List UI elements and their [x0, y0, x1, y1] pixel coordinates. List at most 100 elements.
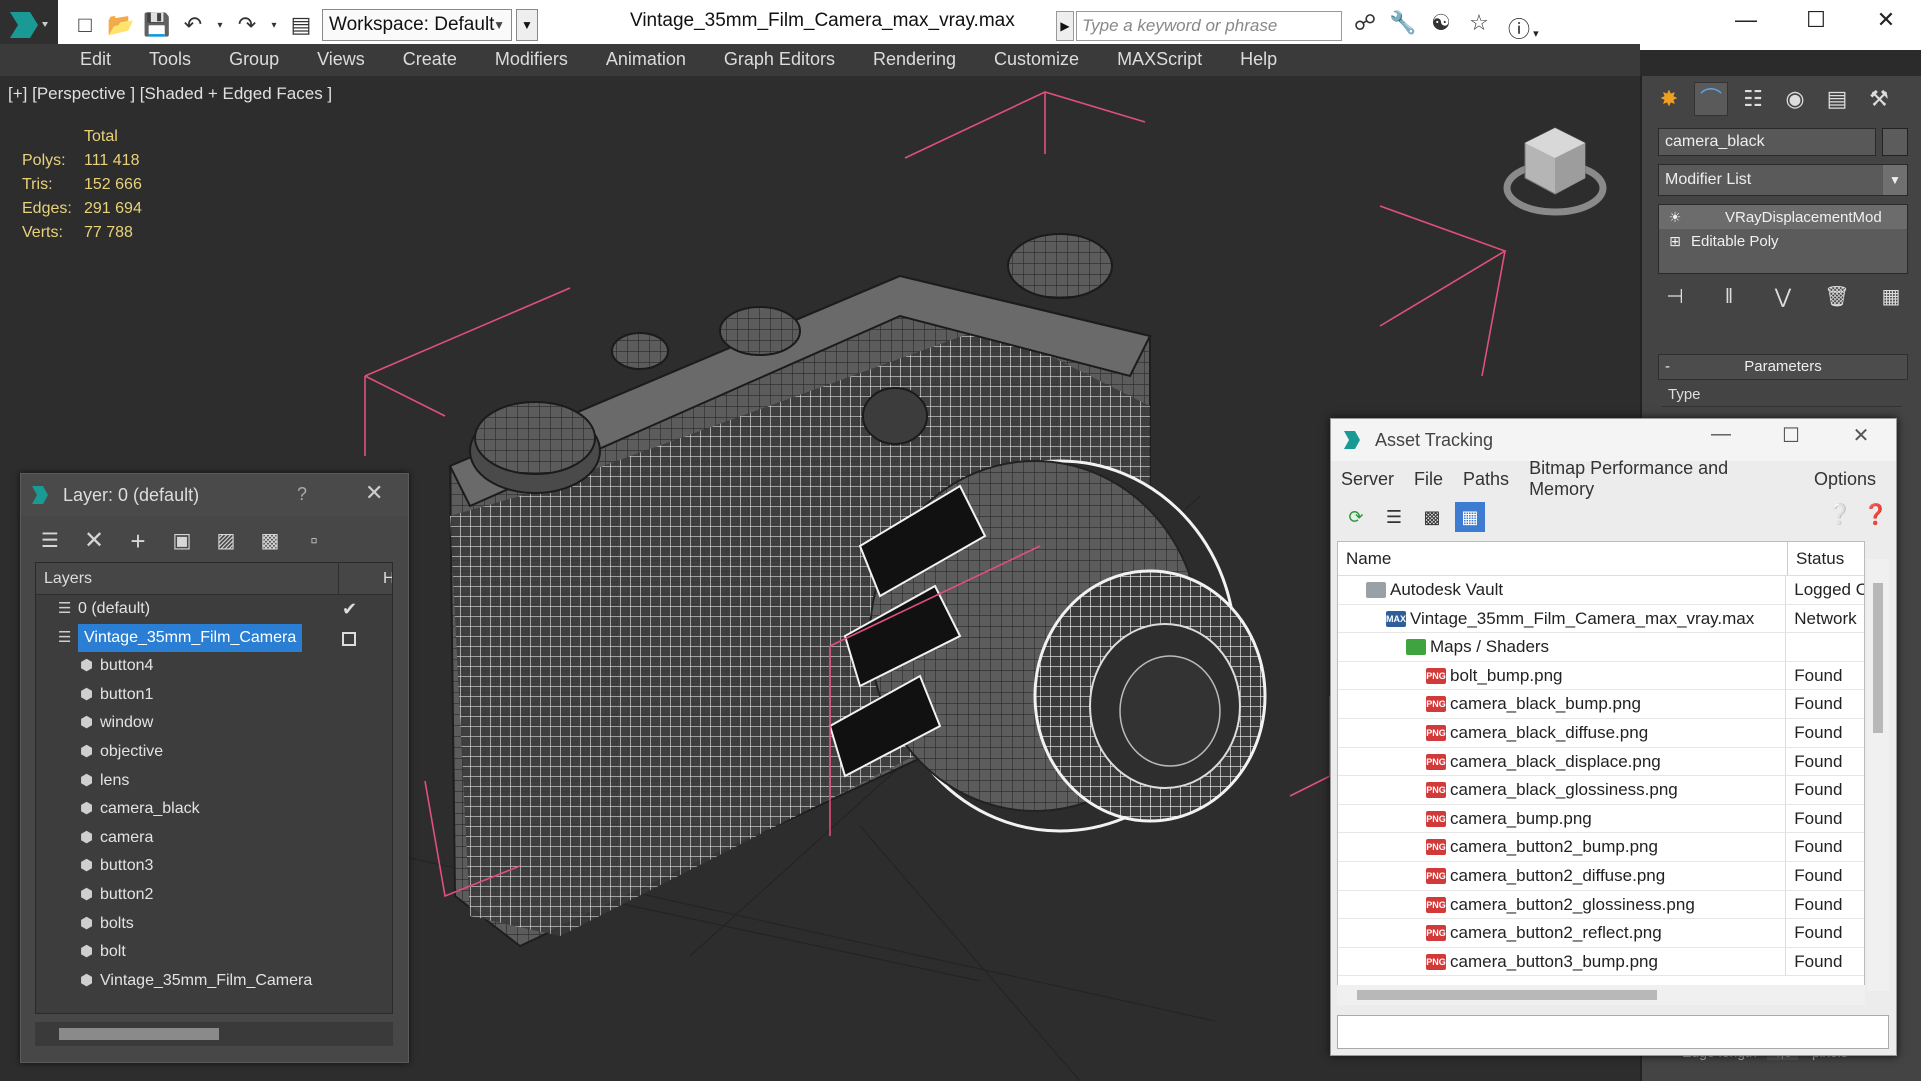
- undo-dropdown-icon[interactable]: ▾: [214, 10, 226, 40]
- layer-settings-icon[interactable]: ☰: [35, 526, 65, 556]
- menu-modifiers[interactable]: Modifiers: [495, 49, 568, 70]
- layer-object-row[interactable]: ⬢ objective: [36, 738, 392, 767]
- refresh-icon[interactable]: ⟳: [1341, 502, 1371, 532]
- scrollbar-thumb[interactable]: [1873, 583, 1883, 733]
- display-tab-icon[interactable]: ▤: [1820, 82, 1854, 116]
- maximize-button[interactable]: ☐: [1781, 0, 1851, 40]
- context-help-icon[interactable]: ❓: [1863, 502, 1888, 527]
- menu-animation[interactable]: Animation: [606, 49, 686, 70]
- show-end-result-icon[interactable]: ‖: [1712, 282, 1746, 312]
- col-hide[interactable]: H: [338, 563, 392, 595]
- workspace-menu-button[interactable]: ▼: [516, 9, 538, 41]
- menu-views[interactable]: Views: [317, 49, 365, 70]
- favorites-star-icon[interactable]: ☆: [1464, 10, 1494, 40]
- close-icon[interactable]: ✕: [365, 480, 383, 506]
- binoculars-icon[interactable]: ☍: [1350, 10, 1380, 40]
- asset-row[interactable]: PNG camera_black_displace.png Found: [1338, 747, 1864, 777]
- layer-row[interactable]: ☰ Vintage_35mm_Film_Camera: [36, 623, 392, 653]
- close-button[interactable]: ✕: [1851, 0, 1921, 40]
- asset-row[interactable]: PNG camera_button3_bump.png Found: [1338, 947, 1864, 977]
- scrollbar-thumb[interactable]: [59, 1028, 219, 1040]
- list-view-icon[interactable]: ☰: [1379, 502, 1409, 532]
- layer-horizontal-scrollbar[interactable]: [35, 1022, 393, 1046]
- open-folder-icon[interactable]: 📂: [106, 10, 136, 40]
- help-button[interactable]: ⓘ ▾: [1508, 12, 1552, 42]
- layer-object-row[interactable]: ⬢ bolt: [36, 938, 392, 967]
- make-unique-icon[interactable]: ⋁: [1766, 282, 1800, 312]
- stack-item-vraydisplacement[interactable]: ☀ VRayDisplacementMod: [1659, 205, 1907, 229]
- parameters-rollout-header[interactable]: - Parameters: [1658, 354, 1908, 380]
- layer-dialog-titlebar[interactable]: Layer: 0 (default) ? ✕: [21, 474, 408, 516]
- col-layers[interactable]: Layers: [44, 570, 92, 587]
- asset-dialog-titlebar[interactable]: Asset Tracking — ☐ ✕: [1331, 419, 1896, 461]
- search-input[interactable]: Type a keyword or phrase: [1076, 11, 1342, 41]
- project-folder-icon[interactable]: ▤: [286, 10, 316, 40]
- menu-group[interactable]: Group: [229, 49, 279, 70]
- layer-object-row[interactable]: ⬢ button4: [36, 652, 392, 681]
- menu-maxscript[interactable]: MAXScript: [1117, 49, 1202, 70]
- minimize-button[interactable]: —: [1686, 423, 1756, 448]
- layer-object-row[interactable]: ⬢ window: [36, 709, 392, 738]
- save-icon[interactable]: 💾: [142, 10, 172, 40]
- layer-row[interactable]: ☰ 0 (default) ✔: [36, 595, 392, 624]
- layer-object-row[interactable]: ⬢ lens: [36, 767, 392, 796]
- asset-row[interactable]: PNG camera_button2_glossiness.png Found: [1338, 890, 1864, 920]
- help-icon[interactable]: ?: [297, 484, 307, 505]
- configure-modifier-sets-icon[interactable]: ▦: [1874, 282, 1908, 312]
- menu-edit[interactable]: Edit: [80, 49, 111, 70]
- app-logo-icon[interactable]: [0, 0, 58, 50]
- table-view-icon[interactable]: ▦: [1455, 502, 1485, 532]
- menu-rendering[interactable]: Rendering: [873, 49, 956, 70]
- current-layer-check-icon[interactable]: ✔: [342, 595, 357, 623]
- set-current-checkbox[interactable]: [342, 631, 356, 646]
- delete-layer-icon[interactable]: ✕: [79, 526, 109, 556]
- hide-freeze-layer-icon[interactable]: ▫: [299, 526, 329, 556]
- highlight-layer-icon[interactable]: ▩: [255, 526, 285, 556]
- asset-row[interactable]: PNG bolt_bump.png Found: [1338, 661, 1864, 691]
- asset-row[interactable]: PNG camera_black_bump.png Found: [1338, 690, 1864, 719]
- asset-menu-file[interactable]: File: [1414, 469, 1443, 490]
- scrollbar-thumb[interactable]: [1357, 990, 1657, 1000]
- remove-modifier-icon[interactable]: 🗑: [1820, 282, 1854, 312]
- modifier-list-dropdown[interactable]: Modifier List ▼: [1658, 164, 1908, 196]
- asset-row[interactable]: PNG camera_button2_diffuse.png Found: [1338, 861, 1864, 891]
- menu-tools[interactable]: Tools: [149, 49, 191, 70]
- select-layer-icon[interactable]: ▨: [211, 526, 241, 556]
- asset-row[interactable]: PNG camera_black_glossiness.png Found: [1338, 776, 1864, 805]
- asset-path-field[interactable]: [1337, 1015, 1889, 1049]
- menu-help[interactable]: Help: [1240, 49, 1277, 70]
- layer-object-row[interactable]: ⬢ camera_black: [36, 795, 392, 824]
- asset-row[interactable]: MAX Vintage_35mm_Film_Camera_max_vray.max…: [1338, 604, 1864, 634]
- pin-stack-icon[interactable]: ⊣: [1658, 282, 1692, 312]
- help-icon[interactable]: ❔: [1827, 502, 1852, 527]
- lightbulb-icon[interactable]: ☀: [1659, 209, 1691, 226]
- layer-object-row[interactable]: ⬢ button1: [36, 681, 392, 710]
- asset-menu-server[interactable]: Server: [1341, 469, 1394, 490]
- utilities-tab-icon[interactable]: ⚒: [1862, 82, 1896, 116]
- maximize-button[interactable]: ☐: [1756, 423, 1826, 448]
- asset-horizontal-scrollbar[interactable]: [1337, 985, 1865, 1005]
- asset-row[interactable]: Autodesk Vault Logged Out: [1338, 576, 1864, 605]
- layer-object-row[interactable]: ⬢ Vintage_35mm_Film_Camera: [36, 967, 392, 996]
- asset-menu-paths[interactable]: Paths: [1463, 469, 1509, 490]
- menu-create[interactable]: Create: [403, 49, 457, 70]
- redo-dropdown-icon[interactable]: ▾: [268, 10, 280, 40]
- object-color-swatch[interactable]: [1882, 128, 1908, 156]
- asset-vertical-scrollbar[interactable]: [1867, 559, 1889, 991]
- asset-row[interactable]: PNG camera_bump.png Found: [1338, 804, 1864, 834]
- asset-row[interactable]: PNG camera_button2_bump.png Found: [1338, 833, 1864, 862]
- stack-item-editable-poly[interactable]: ⊞ Editable Poly: [1659, 229, 1907, 253]
- tools-icon[interactable]: 🔧: [1388, 10, 1418, 40]
- minimize-button[interactable]: —: [1711, 0, 1781, 40]
- new-file-icon[interactable]: □: [70, 10, 100, 40]
- undo-icon[interactable]: ↶: [178, 10, 208, 40]
- hierarchy-tab-icon[interactable]: ☷: [1736, 82, 1770, 116]
- asset-row[interactable]: PNG camera_button2_reflect.png Found: [1338, 919, 1864, 948]
- menu-customize[interactable]: Customize: [994, 49, 1079, 70]
- layer-object-row[interactable]: ⬢ bolts: [36, 910, 392, 939]
- create-tab-icon[interactable]: ✸: [1652, 82, 1686, 116]
- asset-row[interactable]: Maps / Shaders: [1338, 633, 1864, 662]
- add-layer-icon[interactable]: +: [123, 526, 153, 556]
- viewport-label[interactable]: [+] [Perspective ] [Shaded + Edged Faces…: [8, 84, 332, 104]
- layer-object-row[interactable]: ⬢ button3: [36, 852, 392, 881]
